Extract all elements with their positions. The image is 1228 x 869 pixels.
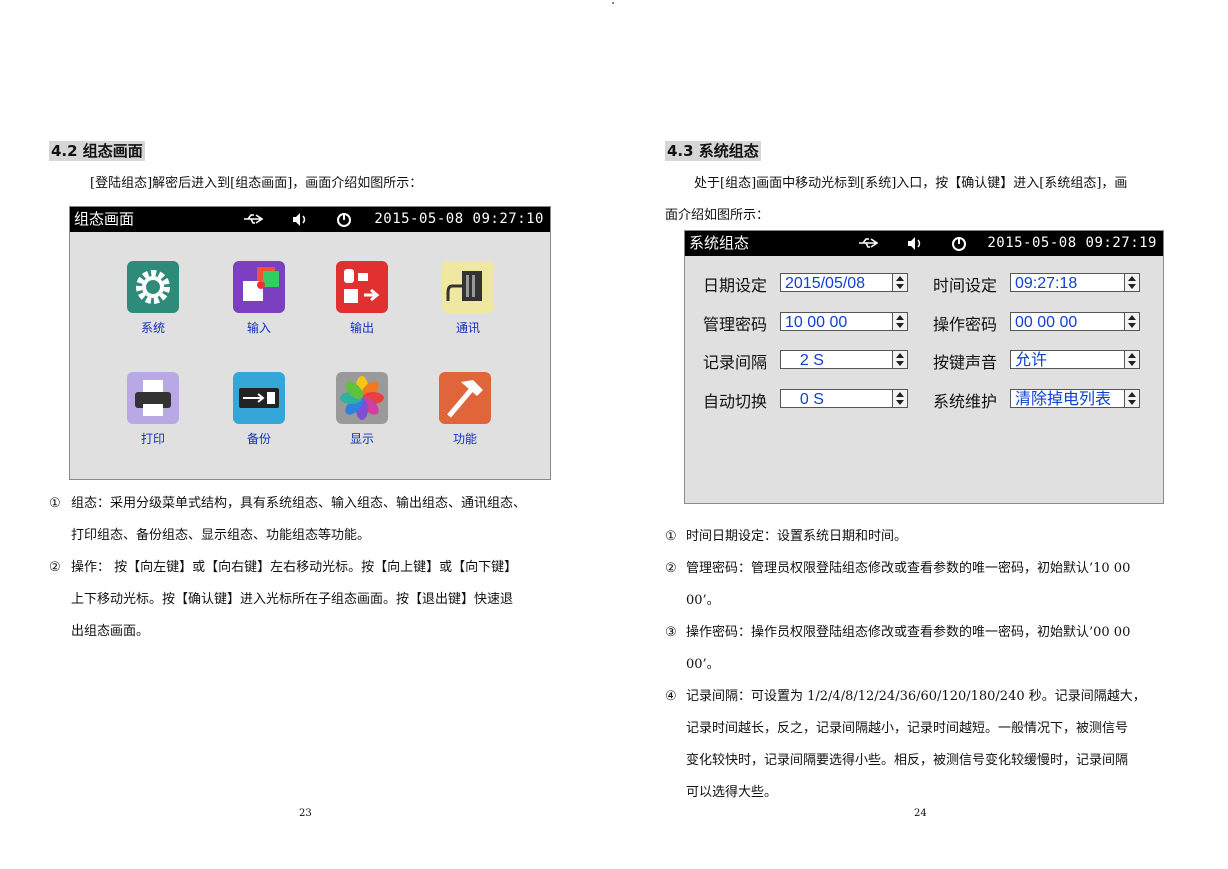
tile-label-function: 功能: [452, 432, 477, 446]
printer-icon: [135, 380, 171, 416]
time-setting-spinner[interactable]: [1124, 273, 1140, 292]
system-config-screen: 系统组态 2015-05-08 09:27:19 日期设定 2015/05/08…: [684, 230, 1164, 504]
admin-password-spinner[interactable]: [892, 312, 908, 331]
hammer-icon: [447, 380, 483, 418]
note-line: 出组态画面。: [71, 624, 150, 639]
date-setting-label: 日期设定: [703, 276, 768, 295]
usb-icon: [239, 388, 279, 408]
system-maintenance-label: 系统维护: [933, 392, 998, 411]
note-line: 00’。: [686, 657, 720, 672]
tile-label-input: 输入: [246, 321, 271, 335]
intro-text: 面介绍如图所示：: [665, 208, 770, 223]
note-line: 00’。: [686, 593, 720, 608]
usb-icon: [857, 231, 879, 265]
tile-label-print: 打印: [140, 432, 165, 446]
operator-password-spinner[interactable]: [1124, 312, 1140, 331]
intro-text: 处于[组态]画面中移动光标到[系统]入口，按【确认键】进入[系统组态]，画: [694, 176, 1128, 191]
note-line: 组态：采用分级菜单式结构，具有系统组态、输入组态、输出组态、通讯组态、: [71, 496, 527, 511]
print-tile[interactable]: [127, 372, 179, 424]
auto-switch-spinner[interactable]: [892, 389, 908, 408]
auto-switch-label: 自动切换: [703, 392, 768, 411]
note-num: ①: [49, 496, 61, 511]
screen-title: 系统组态: [689, 234, 750, 252]
note-line: 操作密码：操作员权限登陆组态修改或查看参数的唯一密码，初始默认’00 00: [686, 625, 1131, 640]
tile-label-backup: 备份: [246, 432, 271, 446]
backup-tile[interactable]: [233, 372, 285, 424]
record-interval-spinner[interactable]: [892, 350, 908, 369]
date-setting-spinner[interactable]: [892, 273, 908, 292]
config-screen: 组态画面 2015-05-08 09:27:10 系统 输入 输出 通讯 打印 …: [69, 206, 551, 480]
operator-password-field[interactable]: 00 00 00: [1010, 312, 1124, 331]
key-sound-label: 按键声音: [933, 353, 998, 372]
note-line: 打印组态、备份组态、显示组态、功能组态等功能。: [71, 528, 371, 543]
note-line: 操作： 按【向左键】或【向右键】左右移动光标。按【向上键】或【向下键】: [71, 560, 518, 575]
note-line: 记录时间越长，反之，记录间隔越小，记录时间越短。一般情况下，被测信号: [686, 721, 1129, 736]
output-icon: [344, 269, 380, 303]
input-icon: [243, 267, 279, 301]
record-interval-field[interactable]: 2 S: [780, 350, 892, 369]
auto-switch-field[interactable]: 0 S: [780, 389, 892, 408]
date-setting-field[interactable]: 2015/05/08: [780, 273, 892, 292]
gear-icon: [136, 270, 170, 304]
note-line: 记录间隔：可设置为 1/2/4/8/12/24/36/60/120/180/24…: [686, 689, 1146, 704]
note-num: ③: [665, 625, 677, 640]
power-icon: [335, 207, 353, 241]
system-maintenance-spinner[interactable]: [1124, 389, 1140, 408]
photos-icon: [340, 376, 384, 420]
operator-password-label: 操作密码: [933, 315, 998, 334]
comm-tile[interactable]: [442, 261, 494, 313]
page-number: 23: [299, 808, 312, 819]
input-tile[interactable]: [233, 261, 285, 313]
screen-titlebar: 组态画面 2015-05-08 09:27:10: [70, 207, 550, 232]
note-line: 时间日期设定：设置系统日期和时间。: [686, 529, 908, 544]
time-setting-field[interactable]: 09:27:18: [1010, 273, 1124, 292]
time-setting-label: 时间设定: [933, 276, 998, 295]
tile-label-system: 系统: [140, 321, 165, 335]
tile-label-display: 显示: [349, 432, 374, 446]
system-tile[interactable]: [127, 261, 179, 313]
power-icon: [950, 231, 968, 265]
screen-datetime: 2015-05-08 09:27:19: [987, 235, 1157, 251]
tile-label-comm: 通讯: [455, 321, 480, 335]
admin-password-label: 管理密码: [703, 315, 768, 334]
display-tile[interactable]: [336, 372, 388, 424]
page-number: 24: [914, 808, 927, 819]
admin-password-field[interactable]: 10 00 00: [780, 312, 892, 331]
usb-icon: [242, 207, 264, 241]
speaker-icon: [905, 231, 925, 265]
note-line: 变化较快时，记录间隔要选得小些。相反，被测信号变化较缓慢时，记录间隔: [686, 753, 1129, 768]
screen-datetime: 2015-05-08 09:27:10: [374, 211, 544, 227]
note-num: ②: [665, 561, 677, 576]
output-tile[interactable]: [336, 261, 388, 313]
note-line: 管理密码：管理员权限登陆组态修改或查看参数的唯一密码，初始默认’10 00: [686, 561, 1131, 576]
section-heading: 4.3 系统组态: [665, 141, 761, 161]
note-num: ①: [665, 529, 677, 544]
serial-port-icon: [446, 271, 482, 301]
note-line: 上下移动光标。按【确认键】进入光标所在子组态画面。按【退出键】快速退: [71, 592, 514, 607]
speaker-icon: [290, 207, 310, 241]
function-tile[interactable]: [439, 372, 491, 424]
right-page: 4.3 系统组态 处于[组态]画面中移动光标到[系统]入口，按【确认键】进入[系…: [614, 0, 1228, 869]
note-num: ②: [49, 560, 61, 575]
intro-text: [登陆组态]解密后进入到[组态画面]，画面介绍如图所示：: [90, 176, 423, 191]
key-sound-spinner[interactable]: [1124, 350, 1140, 369]
note-line: 可以选得大些。: [686, 785, 778, 800]
screen-titlebar: 系统组态 2015-05-08 09:27:19: [685, 231, 1163, 256]
section-heading: 4.2 组态画面: [49, 141, 145, 161]
screen-title: 组态画面: [74, 210, 135, 228]
key-sound-field[interactable]: 允许: [1010, 350, 1124, 369]
left-page: 4.2 组态画面 [登陆组态]解密后进入到[组态画面]，画面介绍如图所示： 组态…: [0, 0, 614, 869]
tile-label-output: 输出: [349, 321, 374, 335]
note-num: ④: [665, 689, 677, 704]
system-maintenance-field[interactable]: 清除掉电列表: [1010, 389, 1124, 408]
record-interval-label: 记录间隔: [703, 353, 768, 372]
